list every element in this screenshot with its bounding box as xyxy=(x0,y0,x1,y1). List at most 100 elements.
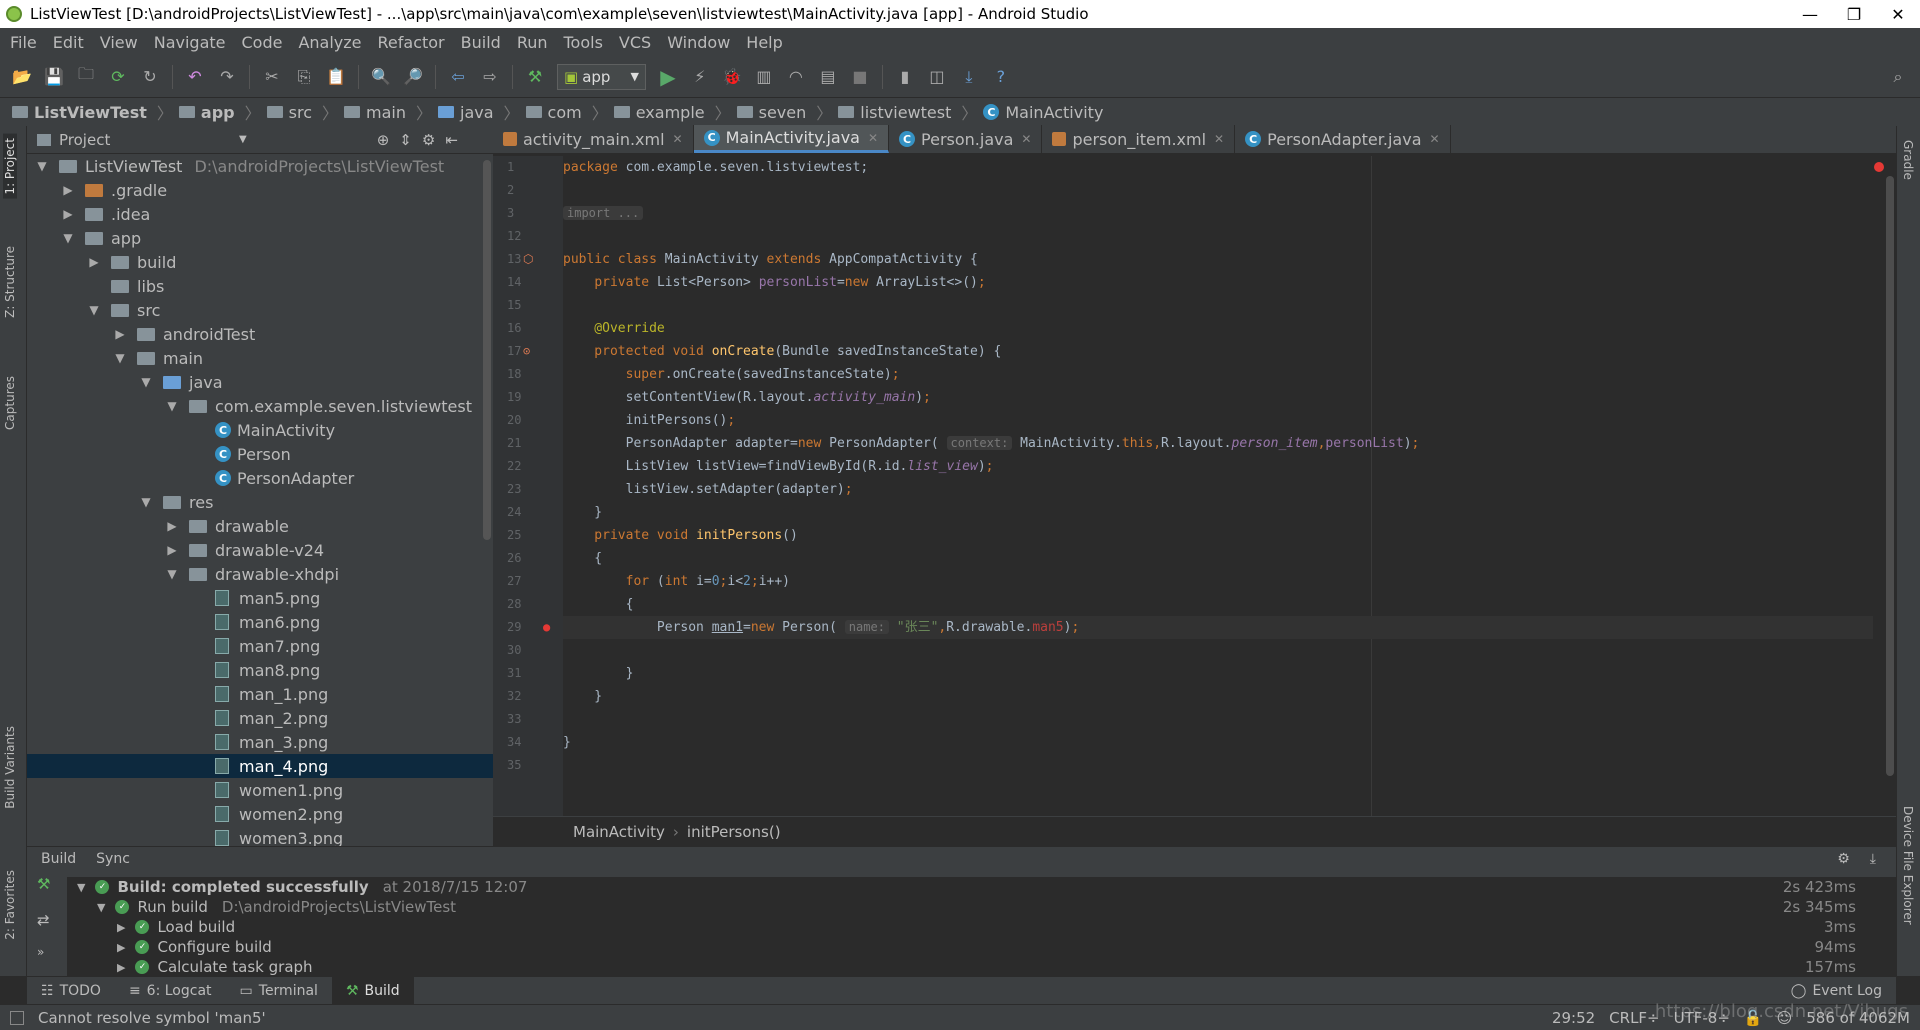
paste-icon[interactable]: 📋 xyxy=(322,63,350,91)
collapsed-arrow-icon[interactable]: ▶ xyxy=(61,207,75,221)
tree-item[interactable]: ▶ androidTest xyxy=(27,322,493,346)
tool-window-device-file-explorer[interactable]: Device File Explorer xyxy=(1901,806,1915,925)
tool-window-captures[interactable]: Captures xyxy=(3,376,17,430)
collapsed-arrow-icon[interactable]: ▶ xyxy=(87,255,101,269)
crumb-app[interactable]: app 〉 xyxy=(178,100,261,124)
tree-item[interactable]: women1.png xyxy=(27,778,493,802)
close-tab-icon[interactable]: ✕ xyxy=(1021,132,1031,146)
tree-item[interactable]: ▶ drawable xyxy=(27,514,493,538)
editor-tab[interactable]: C Person.java ✕ xyxy=(889,125,1043,153)
expanded-arrow-icon[interactable]: ▼ xyxy=(87,303,101,317)
collapsed-arrow-icon[interactable]: ▶ xyxy=(165,543,179,557)
debug-icon[interactable]: 🐞 xyxy=(718,63,746,91)
project-structure-icon[interactable]: ◫ xyxy=(923,63,951,91)
tree-item[interactable]: ▼ drawable-xhdpi xyxy=(27,562,493,586)
editor-crumb-class[interactable]: MainActivity xyxy=(573,823,665,841)
forward-icon[interactable]: ⇨ xyxy=(476,63,504,91)
crumb-listviewtest[interactable]: ListViewTest 〉 xyxy=(12,100,173,124)
build-output-tab[interactable]: ⚒ Build xyxy=(331,976,414,1005)
tool-window-structure[interactable]: Z: Structure xyxy=(3,246,17,318)
tree-item[interactable]: libs xyxy=(27,274,493,298)
tree-item[interactable]: ▶ drawable-v24 xyxy=(27,538,493,562)
attach-debugger-icon[interactable]: ◠ xyxy=(782,63,810,91)
cursor-position[interactable]: 29:52 xyxy=(1552,1009,1595,1027)
tool-window-gradle[interactable]: Gradle xyxy=(1901,140,1915,180)
menu-build[interactable]: Build xyxy=(453,33,509,52)
open-project-icon[interactable]: 🗀 xyxy=(72,63,100,91)
editor-crumb-method[interactable]: initPersons() xyxy=(687,823,781,841)
menu-file[interactable]: File xyxy=(2,33,45,52)
crumb-main[interactable]: main 〉 xyxy=(344,100,432,124)
tree-item[interactable]: C Person xyxy=(27,442,493,466)
run-config-select[interactable]: ▣ app ▼ xyxy=(557,63,646,90)
expanded-arrow-icon[interactable]: ▼ xyxy=(77,881,85,894)
sync-tab[interactable]: Sync xyxy=(96,851,130,867)
gear-icon[interactable]: ⚙ xyxy=(422,131,435,149)
project-view-select[interactable]: Project xyxy=(59,131,239,149)
tree-item[interactable]: man6.png xyxy=(27,610,493,634)
tool-window-build-variants[interactable]: Build Variants xyxy=(3,726,17,809)
android-class-icon[interactable]: ⬡ xyxy=(523,248,533,271)
project-scrollbar[interactable] xyxy=(483,160,491,540)
tree-item[interactable]: ▼ main xyxy=(27,346,493,370)
close-tab-icon[interactable]: ✕ xyxy=(1214,132,1224,146)
undo-icon[interactable]: ↶ xyxy=(181,63,209,91)
find-icon[interactable]: 🔍 xyxy=(367,63,395,91)
editor-scrollbar[interactable] xyxy=(1886,176,1894,776)
error-indicator-icon[interactable] xyxy=(1874,162,1884,172)
crumb-src[interactable]: src 〉 xyxy=(266,100,338,124)
tree-item[interactable]: ▼ com.example.seven.listviewtest xyxy=(27,394,493,418)
tool-window-project[interactable]: 1: Project xyxy=(3,134,17,199)
expanded-arrow-icon[interactable]: ▼ xyxy=(61,231,75,245)
sync-icon[interactable]: ⟳ xyxy=(104,63,132,91)
collapsed-arrow-icon[interactable]: ▶ xyxy=(117,921,125,934)
crumb-listviewtest-package[interactable]: listviewtest 〉 xyxy=(838,100,977,124)
tree-item[interactable]: ▼ java xyxy=(27,370,493,394)
collapsed-arrow-icon[interactable]: ▶ xyxy=(165,519,179,533)
cut-icon[interactable]: ✂ xyxy=(258,63,286,91)
tree-item[interactable]: man5.png xyxy=(27,586,493,610)
expanded-arrow-icon[interactable]: ▼ xyxy=(139,495,153,509)
locate-icon[interactable]: ⊕ xyxy=(377,131,390,149)
tree-item[interactable]: ▼ app xyxy=(27,226,493,250)
crumb-com[interactable]: com 〉 xyxy=(525,100,608,124)
collapsed-arrow-icon[interactable]: ▶ xyxy=(61,183,75,197)
menu-window[interactable]: Window xyxy=(659,33,738,52)
logcat-tab[interactable]: ≡ 6: Logcat xyxy=(115,977,226,1005)
expanded-arrow-icon[interactable]: ▼ xyxy=(113,351,127,365)
tree-item[interactable]: ▼ ListViewTest D:\androidProjects\ListView… xyxy=(27,154,493,178)
restore-icon[interactable]: ❐ xyxy=(1832,0,1876,28)
tree-item[interactable]: ▼ src xyxy=(27,298,493,322)
avd-manager-icon[interactable]: ▮ xyxy=(891,63,919,91)
crumb-example[interactable]: example 〉 xyxy=(613,100,731,124)
collapsed-arrow-icon[interactable]: ▶ xyxy=(117,941,125,954)
line-separator[interactable]: CRLF÷ xyxy=(1609,1009,1659,1027)
tree-item[interactable]: man7.png xyxy=(27,634,493,658)
error-bulb-icon[interactable]: ● xyxy=(543,616,550,639)
terminal-tab[interactable]: ▭ Terminal xyxy=(226,977,332,1005)
menu-code[interactable]: Code xyxy=(234,33,291,52)
replace-icon[interactable]: 🔎 xyxy=(399,63,427,91)
menu-refactor[interactable]: Refactor xyxy=(370,33,453,52)
close-icon[interactable]: ✕ xyxy=(1876,0,1920,28)
menu-help[interactable]: Help xyxy=(738,33,790,52)
chevron-down-icon[interactable]: ▼ xyxy=(239,134,247,145)
editor-tab[interactable]: person_item.xml ✕ xyxy=(1042,125,1236,153)
gear-icon[interactable]: ⚙ xyxy=(1837,851,1850,867)
expanded-arrow-icon[interactable]: ▼ xyxy=(165,399,179,413)
stop-icon[interactable]: ■ xyxy=(846,63,874,91)
hammer-icon[interactable]: ⚒ xyxy=(37,875,50,893)
tree-item[interactable]: women2.png xyxy=(27,802,493,826)
tree-item[interactable]: C PersonAdapter xyxy=(27,466,493,490)
tree-item[interactable]: ▼ res xyxy=(27,490,493,514)
tree-item[interactable]: ▶ .idea xyxy=(27,202,493,226)
build-output-row[interactable]: ▶ ✓ Configure build 94ms xyxy=(67,937,1896,957)
tree-item[interactable]: man_1.png xyxy=(27,682,493,706)
tree-item[interactable]: women3.png xyxy=(27,826,493,846)
hide-panel-icon[interactable]: ⇤ xyxy=(445,131,458,149)
expanded-arrow-icon[interactable]: ▼ xyxy=(165,567,179,581)
tree-item[interactable]: man8.png xyxy=(27,658,493,682)
todo-tab[interactable]: ☷ TODO xyxy=(27,977,115,1005)
crumb-seven[interactable]: seven 〉 xyxy=(736,100,832,124)
menu-vcs[interactable]: VCS xyxy=(611,33,659,52)
